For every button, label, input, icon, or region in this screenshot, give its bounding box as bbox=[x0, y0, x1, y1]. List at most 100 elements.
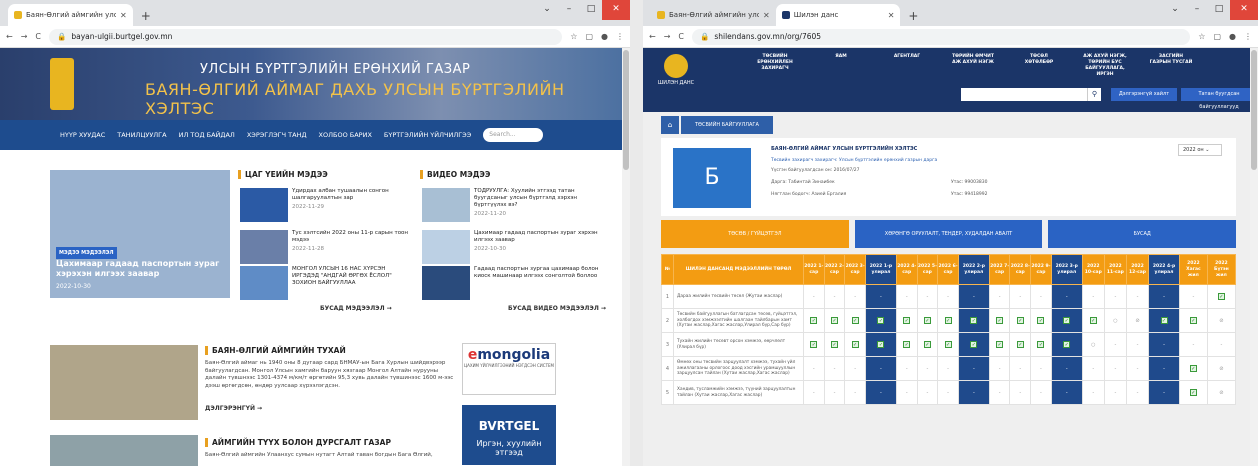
year-select[interactable]: 2022 он ⌄ bbox=[1178, 144, 1222, 156]
scrollbar[interactable] bbox=[1250, 48, 1258, 466]
url-field[interactable]: 🔒 bayan-ulgii.burtgel.gov.mn bbox=[49, 28, 563, 45]
chevron-down-icon[interactable]: ⌄ bbox=[536, 0, 558, 20]
profile-icon[interactable]: ● bbox=[601, 32, 608, 41]
status-cell[interactable]: ✓ bbox=[1178, 380, 1208, 405]
status-cell[interactable]: ✓ bbox=[988, 308, 1011, 333]
menu-item[interactable]: ТӨСӨЛ ХӨТӨЛБӨР bbox=[1017, 54, 1061, 78]
status-cell[interactable]: ✓ bbox=[1178, 308, 1208, 333]
news-item[interactable]: МОНГОЛ УЛСЫН 16 НАС ХҮРСЭН ИРГЭДЭД "АНДГ… bbox=[240, 266, 410, 300]
menu-item[interactable]: АГЕНТЛАГ bbox=[885, 54, 929, 78]
minimize-icon[interactable]: – bbox=[1186, 0, 1208, 20]
status-cell[interactable]: ✓ bbox=[916, 308, 939, 333]
about-more-link[interactable]: ДЭЛГЭРЭНГҮЙ → bbox=[205, 405, 262, 412]
more-news-link[interactable]: БУСАД МЭДЭЭЛЭЛ → bbox=[320, 305, 392, 312]
status-cell[interactable]: ✓ bbox=[1148, 308, 1180, 333]
menu-item[interactable]: ТӨСВИЙН ЕРӨНХИЙЛЕН ЗАХИРАГЧ bbox=[753, 54, 797, 78]
scrollbar[interactable] bbox=[622, 48, 630, 466]
back-icon[interactable]: ← bbox=[6, 32, 13, 41]
status-cell[interactable]: ○ bbox=[1103, 308, 1127, 333]
dissolved-orgs-button[interactable]: Татан буугдсан байгууллагууд bbox=[1181, 88, 1257, 110]
burtgel-banner[interactable]: BVRTGEL Иргэн, хуулийн этгээд bbox=[462, 405, 556, 465]
status-cell[interactable]: ✓ bbox=[1030, 308, 1052, 333]
new-tab-icon[interactable]: + bbox=[900, 9, 926, 26]
browser-tab[interactable]: Баян-Өлгий аймгийн улсын бүр ✕ bbox=[8, 4, 133, 26]
status-cell[interactable]: ✓ bbox=[1081, 308, 1105, 333]
status-cell[interactable]: ✓ bbox=[895, 332, 918, 357]
chevron-down-icon[interactable]: ⌄ bbox=[1164, 0, 1186, 20]
breadcrumb-item[interactable]: ТӨСВИЙН БАЙГУУЛЛАГА bbox=[681, 116, 773, 134]
close-tab-icon[interactable]: ✕ bbox=[763, 11, 770, 20]
advanced-search-button[interactable]: Дэлгэрэнгүй хайлт bbox=[1111, 88, 1177, 101]
video-item[interactable]: Гадаад паспортын зургаа цахимаар болон к… bbox=[422, 266, 602, 300]
menu-item[interactable]: ЗАСГИЙН ГАЗРЫН ТУСГАЙ bbox=[1149, 54, 1193, 78]
status-cell[interactable]: ⊘ bbox=[1206, 356, 1237, 381]
status-cell[interactable]: ⊘ bbox=[1206, 380, 1237, 405]
close-window-icon[interactable]: ✕ bbox=[602, 0, 630, 20]
nav-transparency[interactable]: ИЛ ТОД БАЙДАЛ bbox=[179, 131, 235, 139]
video-item[interactable]: ТОДРУУЛГА: Хуулийн этгээд татан буугдсан… bbox=[422, 188, 602, 222]
status-cell[interactable]: ✓ bbox=[1009, 332, 1032, 357]
menu-item[interactable]: ТӨРИЙН ӨМЧИТ АЖ АХУЙ НЭГЖ bbox=[951, 54, 995, 78]
status-cell[interactable]: ✓ bbox=[864, 308, 897, 333]
new-tab-icon[interactable]: + bbox=[133, 9, 159, 26]
search-icon[interactable]: ⚲ bbox=[1087, 88, 1101, 101]
status-cell[interactable]: ✓ bbox=[844, 332, 866, 357]
menu-icon[interactable]: ⋮ bbox=[616, 32, 624, 41]
nav-services[interactable]: БҮРТГЭЛИЙН ҮЙЛЧИЛГЭЭ bbox=[384, 131, 471, 139]
tab-budget[interactable]: ТӨСӨВ / ГҮЙЦЭТГЭЛ bbox=[661, 220, 849, 248]
home-icon[interactable]: ⌂ bbox=[661, 116, 679, 134]
star-icon[interactable]: ☆ bbox=[570, 32, 577, 41]
maximize-icon[interactable]: □ bbox=[1208, 0, 1230, 20]
tab-other[interactable]: БУСАД bbox=[1048, 220, 1237, 248]
status-cell[interactable]: ○ bbox=[1081, 332, 1105, 357]
news-item[interactable]: Үдирдах албан тушаалын сонгон шалгаруула… bbox=[240, 188, 410, 222]
search-input[interactable] bbox=[961, 88, 1087, 101]
status-cell[interactable]: ✓ bbox=[1030, 332, 1052, 357]
status-cell[interactable]: ✓ bbox=[1178, 356, 1208, 381]
extensions-icon[interactable]: ▢ bbox=[1213, 32, 1221, 41]
video-item[interactable]: Цахимаар гадаад паспортын зураг хэрхэн и… bbox=[422, 230, 602, 264]
status-cell[interactable]: ✓ bbox=[988, 332, 1011, 357]
emongolia-banner[interactable]: emongolia ЦАХИМ ҮЙЛЧИЛГЭЭНИЙ НЭГДСЭН СИС… bbox=[462, 343, 556, 395]
more-video-link[interactable]: БУСАД ВИДЕО МЭДЭЭЛЭЛ → bbox=[508, 305, 606, 312]
close-tab-icon[interactable]: ✕ bbox=[120, 11, 127, 20]
site-logo[interactable]: ШИЛЭН ДАНС bbox=[651, 52, 701, 100]
forward-icon[interactable]: → bbox=[21, 32, 28, 41]
maximize-icon[interactable]: □ bbox=[580, 0, 602, 20]
status-cell[interactable]: ✓ bbox=[1206, 284, 1237, 309]
star-icon[interactable]: ☆ bbox=[1198, 32, 1205, 41]
menu-icon[interactable]: ⋮ bbox=[1244, 32, 1252, 41]
reload-icon[interactable]: C bbox=[678, 32, 684, 41]
nav-about[interactable]: ТАНИЛЦУУЛГА bbox=[117, 131, 166, 139]
status-cell[interactable]: ⊘ bbox=[1206, 308, 1237, 333]
featured-news[interactable]: МЭДЭЭ МЭДЭЭЛЭЛ Цахимаар гадаад паспортын… bbox=[50, 170, 230, 298]
status-cell[interactable]: ✓ bbox=[1050, 308, 1083, 333]
close-tab-icon[interactable]: ✕ bbox=[888, 11, 895, 20]
menu-item[interactable]: ЯАМ bbox=[819, 54, 863, 78]
status-cell[interactable]: ✓ bbox=[823, 308, 846, 333]
reload-icon[interactable]: C bbox=[35, 32, 41, 41]
tab-procurement[interactable]: ХӨРӨНГӨ ОРУУЛАЛТ, ТЕНДЕР, ХУДАЛДАН АВАЛТ bbox=[854, 220, 1043, 248]
search-input[interactable]: Search... bbox=[483, 128, 544, 142]
status-cell[interactable]: ✓ bbox=[823, 332, 846, 357]
news-item[interactable]: Тус хэлтсийн 2022 оны 11-р сарын тоон мэ… bbox=[240, 230, 410, 264]
url-field[interactable]: 🔒 shilendans.gov.mn/org/7605 bbox=[692, 28, 1191, 45]
close-window-icon[interactable]: ✕ bbox=[1230, 0, 1258, 20]
status-cell[interactable]: ✓ bbox=[803, 332, 825, 357]
status-cell[interactable]: ✓ bbox=[937, 308, 959, 333]
status-cell[interactable]: ✓ bbox=[957, 308, 990, 333]
status-cell[interactable]: ✓ bbox=[844, 308, 866, 333]
menu-item[interactable]: АЖ АХУЙ НЭГЖ, ТӨРИЙН БУС БАЙГУУЛЛАГА, ИР… bbox=[1083, 54, 1127, 78]
forward-icon[interactable]: → bbox=[664, 32, 671, 41]
status-cell[interactable]: ✓ bbox=[803, 308, 825, 333]
nav-home[interactable]: НҮҮР ХУУДАС bbox=[60, 131, 105, 139]
status-cell[interactable]: ✓ bbox=[957, 332, 990, 357]
browser-tab-inactive[interactable]: Баян-Өлгий аймгийн улсын бү ✕ bbox=[651, 4, 776, 26]
status-cell[interactable]: ✓ bbox=[1050, 332, 1083, 357]
profile-icon[interactable]: ● bbox=[1229, 32, 1236, 41]
extensions-icon[interactable]: ▢ bbox=[585, 32, 593, 41]
status-cell[interactable]: ⊘ bbox=[1125, 308, 1150, 333]
status-cell[interactable]: ✓ bbox=[864, 332, 897, 357]
status-cell[interactable]: ✓ bbox=[916, 332, 939, 357]
status-cell[interactable]: ✓ bbox=[895, 308, 918, 333]
